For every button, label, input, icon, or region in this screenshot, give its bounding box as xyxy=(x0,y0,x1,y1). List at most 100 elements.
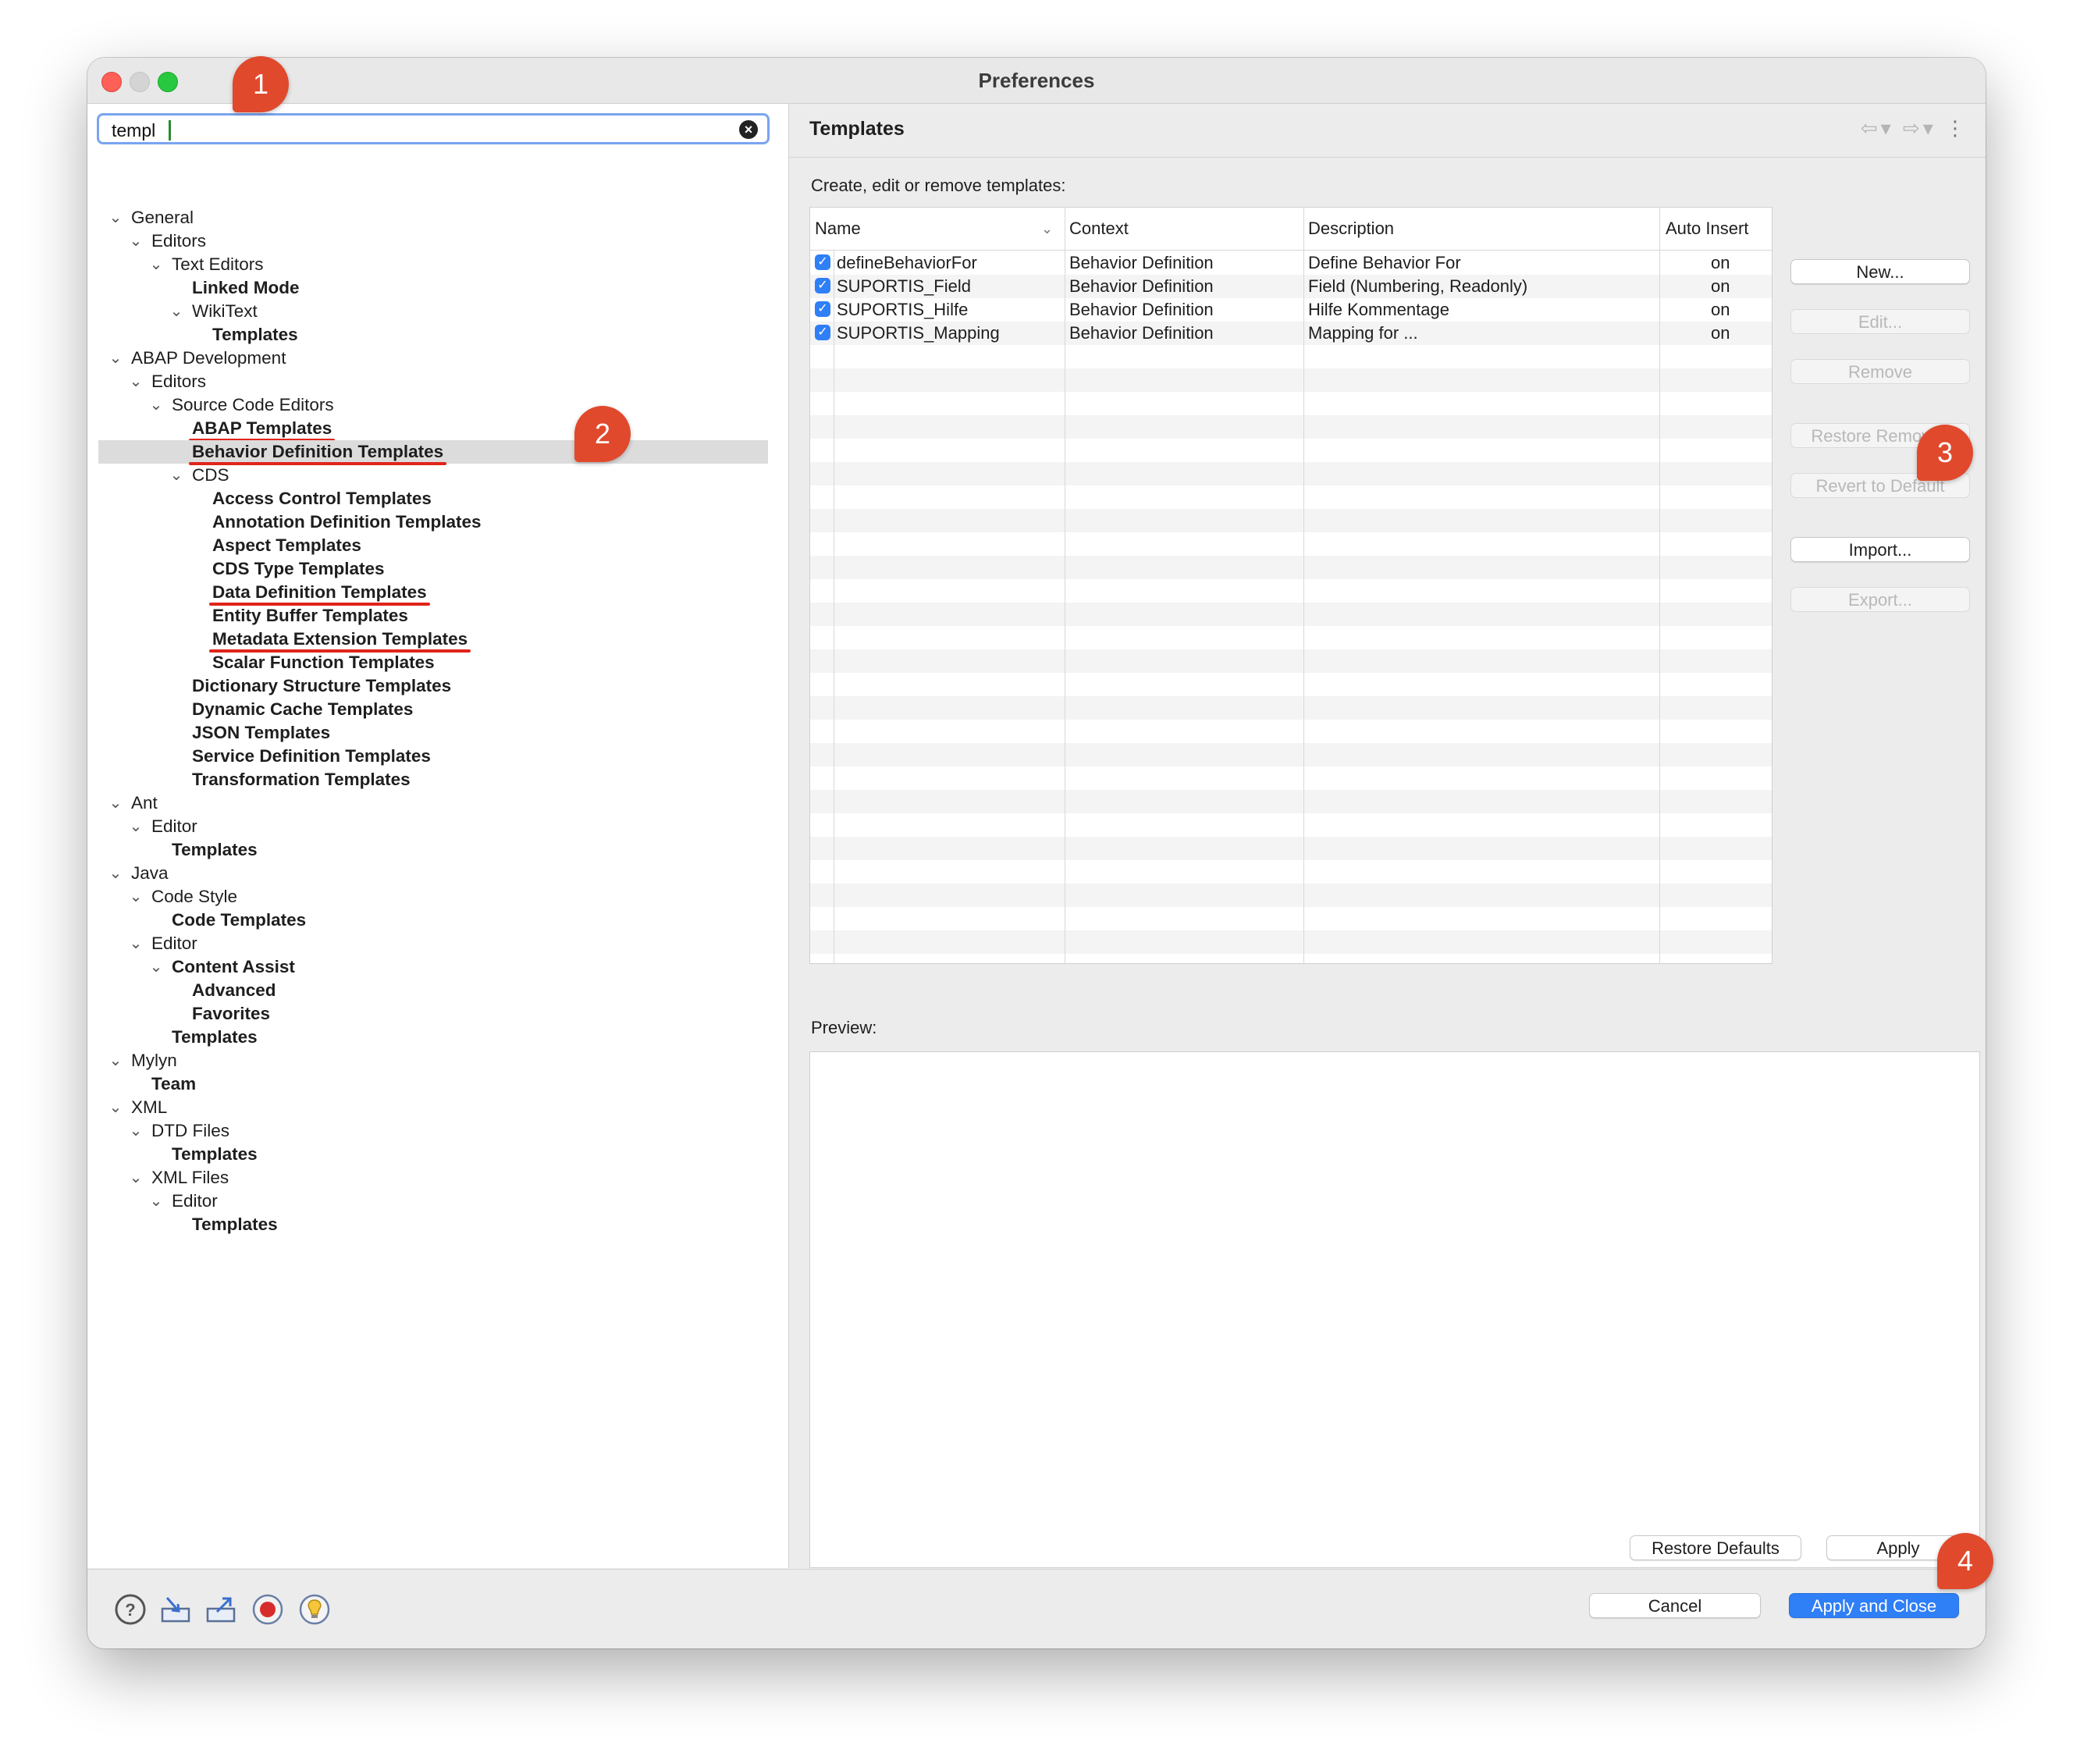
enabled-checkbox[interactable]: ✓ xyxy=(815,301,830,317)
tree-item[interactable]: ⌄ XML Files xyxy=(98,1166,768,1190)
table-row[interactable] xyxy=(810,884,1772,907)
table-row[interactable]: ✓ defineBehaviorFor Behavior Definition Def… xyxy=(810,251,1772,275)
chevron-down-icon[interactable]: ⌄ xyxy=(169,464,184,487)
table-row[interactable] xyxy=(810,649,1772,673)
tree-item[interactable]: ⌄ Content Assist xyxy=(98,955,768,979)
chevron-down-icon[interactable]: ⌄ xyxy=(128,1119,144,1143)
table-row[interactable] xyxy=(810,532,1772,556)
chevron-down-icon[interactable]: ⌄ xyxy=(148,1190,164,1213)
table-row[interactable] xyxy=(810,509,1772,532)
table-row[interactable] xyxy=(810,485,1772,509)
tree-item[interactable]: ⌄ Editors xyxy=(98,370,768,393)
table-row[interactable] xyxy=(810,930,1772,954)
tree-item[interactable]: Dictionary Structure Templates xyxy=(98,674,768,698)
tree-item[interactable]: Entity Buffer Templates xyxy=(98,604,768,628)
table-row[interactable] xyxy=(810,743,1772,766)
cancel-button[interactable]: Cancel xyxy=(1589,1593,1761,1618)
tip-bulb-icon[interactable] xyxy=(298,1593,331,1626)
tree-item[interactable]: JSON Templates xyxy=(98,721,768,745)
column-header-context[interactable]: Context xyxy=(1069,208,1129,250)
tree-item[interactable]: ⌄ Editor xyxy=(98,1190,768,1213)
tree-item[interactable]: Code Templates xyxy=(98,909,768,932)
tree-item[interactable]: Data Definition Templates xyxy=(98,581,768,606)
chevron-down-icon[interactable]: ⌄ xyxy=(128,815,144,838)
filter-input[interactable] xyxy=(110,119,722,142)
record-icon[interactable] xyxy=(251,1593,284,1626)
tree-item[interactable]: Scalar Function Templates xyxy=(98,651,768,674)
table-row[interactable] xyxy=(810,790,1772,813)
tree-item[interactable]: Access Control Templates xyxy=(98,487,768,510)
table-row[interactable] xyxy=(810,439,1772,462)
column-header-name[interactable]: Name xyxy=(815,208,861,250)
tree-item[interactable]: ⌄ Source Code Editors xyxy=(98,393,768,417)
tree-item[interactable]: ⌄ XML xyxy=(98,1096,768,1119)
preview-area[interactable] xyxy=(809,1051,1980,1568)
table-row[interactable]: ✓ SUPORTIS_Field Behavior Definition Field … xyxy=(810,275,1772,298)
chevron-down-icon[interactable]: ⌄ xyxy=(108,1096,123,1119)
tree-item[interactable]: ⌄ ABAP Development xyxy=(98,347,768,370)
chevron-down-icon[interactable]: ⌄ xyxy=(128,885,144,909)
export-prefs-icon[interactable] xyxy=(204,1593,237,1626)
tree-item[interactable]: Templates xyxy=(98,1213,768,1236)
remove-button[interactable]: Remove xyxy=(1790,359,1970,384)
tree-item[interactable]: Dynamic Cache Templates xyxy=(98,698,768,721)
tree-item[interactable]: ⌄ Text Editors xyxy=(98,253,768,276)
tree-item[interactable]: ABAP Templates xyxy=(98,417,768,442)
chevron-down-icon[interactable]: ⌄ xyxy=(108,862,123,885)
table-row[interactable]: ✓ SUPORTIS_Mapping Behavior Definition Mapp… xyxy=(810,322,1772,345)
chevron-down-icon[interactable]: ⌄ xyxy=(108,347,123,370)
import-button[interactable]: Import... xyxy=(1790,537,1970,562)
tree-item[interactable]: Templates xyxy=(98,1026,768,1049)
table-row[interactable] xyxy=(810,556,1772,579)
enabled-checkbox[interactable]: ✓ xyxy=(815,325,830,340)
tree-item[interactable]: ⌄ DTD Files xyxy=(98,1119,768,1143)
chevron-down-icon[interactable]: ⌄ xyxy=(169,300,184,323)
filter-field[interactable]: × xyxy=(97,113,770,144)
tree-item[interactable]: ⌄ General xyxy=(98,206,768,229)
new-button[interactable]: New... xyxy=(1790,259,1970,284)
table-row[interactable] xyxy=(810,345,1772,368)
table-row[interactable]: ✓ SUPORTIS_Hilfe Behavior Definition Hilfe … xyxy=(810,298,1772,322)
tree-item[interactable]: ⌄ Editor xyxy=(98,932,768,955)
edit-button[interactable]: Edit... xyxy=(1790,309,1970,334)
table-row[interactable] xyxy=(810,603,1772,626)
table-row[interactable] xyxy=(810,696,1772,720)
chevron-down-icon[interactable]: ⌄ xyxy=(128,229,144,253)
tree-item[interactable]: Templates xyxy=(98,838,768,862)
chevron-down-icon[interactable]: ⌄ xyxy=(148,253,164,276)
tree-item[interactable]: Team xyxy=(98,1072,768,1096)
tree-item[interactable]: ⌄ Mylyn xyxy=(98,1049,768,1072)
tree-item[interactable]: Templates xyxy=(98,323,768,347)
table-row[interactable] xyxy=(810,462,1772,485)
clear-circle-icon[interactable]: × xyxy=(739,120,758,139)
table-row[interactable] xyxy=(810,415,1772,439)
enabled-checkbox[interactable]: ✓ xyxy=(815,254,830,270)
chevron-down-icon[interactable]: ⌄ xyxy=(128,1166,144,1190)
chevron-down-icon[interactable]: ⌄ xyxy=(108,791,123,815)
tree-item[interactable]: Templates xyxy=(98,1143,768,1166)
help-icon[interactable]: ? xyxy=(114,1593,147,1626)
table-row[interactable] xyxy=(810,368,1772,392)
back-arrow-icon[interactable]: ⇦▾ xyxy=(1861,116,1894,140)
chevron-down-icon[interactable]: ⌄ xyxy=(128,370,144,393)
tree-item[interactable]: Behavior Definition Templates xyxy=(98,440,768,465)
tree-item[interactable]: Annotation Definition Templates xyxy=(98,510,768,534)
tree-item[interactable]: ⌄ Editor xyxy=(98,815,768,838)
tree-item[interactable]: Advanced xyxy=(98,979,768,1002)
table-row[interactable] xyxy=(810,579,1772,603)
tree-item[interactable]: Favorites xyxy=(98,1002,768,1026)
tree-item[interactable]: ⌄ CDS xyxy=(98,464,768,487)
tree-item[interactable]: ⌄ Code Style xyxy=(98,885,768,909)
table-row[interactable] xyxy=(810,673,1772,696)
forward-arrow-icon[interactable]: ⇨▾ xyxy=(1903,116,1936,140)
table-row[interactable] xyxy=(810,813,1772,837)
enabled-checkbox[interactable]: ✓ xyxy=(815,278,830,293)
sort-chevron-icon[interactable]: ⌄ xyxy=(1041,208,1053,250)
tree-item[interactable]: Metadata Extension Templates xyxy=(98,628,768,653)
chevron-down-icon[interactable]: ⌄ xyxy=(108,206,123,229)
import-prefs-icon[interactable] xyxy=(159,1593,192,1626)
tree-item[interactable]: ⌄ Editors xyxy=(98,229,768,253)
tree-item[interactable]: Service Definition Templates xyxy=(98,745,768,768)
chevron-down-icon[interactable]: ⌄ xyxy=(128,932,144,955)
table-row[interactable] xyxy=(810,720,1772,743)
